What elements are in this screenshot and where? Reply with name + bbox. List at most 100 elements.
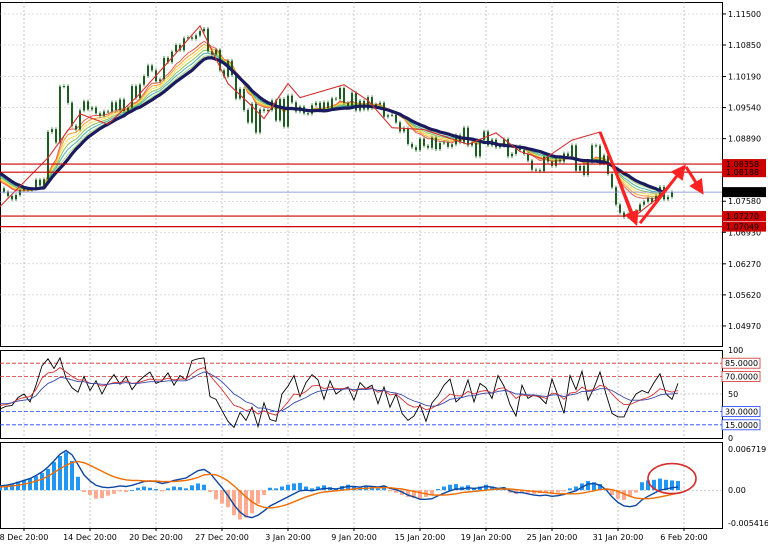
- candle-body: [151, 65, 153, 71]
- macd-histogram-bar: [88, 490, 92, 496]
- candle-body: [51, 129, 53, 132]
- candle-body: [331, 98, 333, 109]
- time-tick-label: 19 Jan 20:00: [461, 533, 512, 542]
- macd-histogram-bar: [568, 488, 572, 491]
- candle-body: [583, 165, 585, 175]
- candle-body: [347, 102, 349, 107]
- candle-body: [143, 76, 145, 85]
- candle-body: [647, 198, 649, 202]
- candle-body: [427, 145, 429, 148]
- candle-body: [407, 128, 409, 144]
- candle-body: [175, 45, 177, 52]
- candle-body: [91, 107, 93, 110]
- macd-histogram-bar: [52, 462, 56, 491]
- candle-body: [87, 101, 89, 110]
- candle-body: [571, 145, 573, 157]
- candle-body: [11, 195, 13, 200]
- time-tick-label: 27 Dec 20:00: [195, 533, 249, 542]
- macd-histogram-bar: [82, 490, 86, 493]
- candle-body: [279, 98, 281, 121]
- osc-tick-label: 50: [728, 390, 738, 399]
- macd-histogram-bar: [76, 476, 80, 491]
- macd-histogram-bar: [586, 481, 590, 491]
- candle-body: [671, 192, 673, 197]
- candle-body: [71, 102, 73, 126]
- candle-body: [667, 196, 669, 200]
- macd-histogram-bar: [112, 490, 116, 494]
- time-tick-label: 8 Dec 20:00: [0, 533, 48, 542]
- macd-histogram-bar: [544, 490, 548, 493]
- price-tick-label: 1.10850: [728, 41, 761, 50]
- candle-body: [191, 37, 193, 39]
- candle-body: [291, 95, 293, 103]
- candle-body: [411, 143, 413, 148]
- macd-histogram-bar: [118, 490, 122, 492]
- candle-body: [475, 142, 477, 157]
- candle-body: [419, 138, 421, 151]
- candle-body: [531, 160, 533, 170]
- price-tick-label: 1.09540: [728, 104, 761, 113]
- price-level-label: 1.08188: [726, 168, 759, 177]
- candle-body: [415, 147, 417, 151]
- candle-body: [215, 49, 217, 55]
- price-level-label: 1.07270: [726, 212, 759, 221]
- candle-body: [447, 142, 449, 147]
- candle-body: [643, 201, 645, 205]
- candle-body: [327, 102, 329, 109]
- osc-level-label: 30.0000: [725, 408, 758, 417]
- macd-histogram-bar: [202, 484, 206, 491]
- macd-histogram-bar: [436, 488, 440, 491]
- time-tick-label: 25 Jan 20:00: [527, 533, 578, 542]
- candle-body: [195, 35, 197, 39]
- time-tick-label: 3 Jan 20:00: [265, 533, 311, 542]
- candle-body: [159, 79, 161, 82]
- current-price-label: 1.07771: [726, 188, 759, 197]
- candle-body: [559, 159, 561, 162]
- macd-histogram-bar: [556, 490, 560, 493]
- candle-body: [615, 187, 617, 205]
- candle-body: [483, 131, 485, 141]
- macd-histogram-bar: [58, 456, 62, 491]
- candle-body: [555, 159, 557, 166]
- macd-histogram-bar: [256, 490, 260, 504]
- time-tick-label: 20 Dec 20:00: [129, 533, 183, 542]
- candle-body: [539, 170, 541, 172]
- macd-histogram-bar: [40, 473, 44, 491]
- candle-body: [15, 195, 17, 200]
- macd-histogram-bar: [292, 483, 296, 491]
- macd-histogram-bar: [640, 482, 644, 491]
- candle-body: [439, 142, 441, 150]
- osc-tick-label: 0: [728, 434, 733, 443]
- candle-body: [435, 137, 437, 150]
- macd-histogram-bar: [28, 478, 32, 491]
- candle-body: [431, 137, 433, 148]
- macd-histogram-bar: [130, 490, 134, 491]
- macd-histogram-bar: [46, 468, 50, 491]
- macd-histogram-bar: [274, 488, 278, 491]
- candle-body: [527, 153, 529, 161]
- price-tick-label: 1.08890: [728, 135, 761, 144]
- time-tick-label: 31 Jan 20:00: [593, 533, 644, 542]
- candle-body: [115, 102, 117, 110]
- candle-body: [567, 153, 569, 157]
- macd-histogram-bar: [148, 487, 152, 491]
- candle-body: [259, 109, 261, 133]
- price-tick-label: 1.11500: [728, 10, 761, 19]
- macd-tick-label: 0.00: [728, 486, 746, 495]
- macd-histogram-bar: [214, 490, 218, 500]
- candle-body: [443, 142, 445, 144]
- candle-body: [619, 204, 621, 213]
- price-tick-label: 1.06270: [728, 260, 761, 269]
- macd-histogram-bar: [280, 486, 284, 491]
- macd-histogram-bar: [286, 484, 290, 491]
- macd-histogram-bar: [268, 487, 272, 491]
- candle-body: [235, 75, 237, 99]
- candle-body: [351, 92, 353, 107]
- macd-histogram-bar: [106, 490, 110, 496]
- macd-histogram-bar: [298, 482, 302, 491]
- time-tick-label: 14 Dec 20:00: [63, 533, 117, 542]
- candle-body: [263, 109, 265, 111]
- candle-body: [119, 99, 121, 110]
- macd-histogram-bar: [430, 490, 434, 495]
- candle-body: [103, 111, 105, 116]
